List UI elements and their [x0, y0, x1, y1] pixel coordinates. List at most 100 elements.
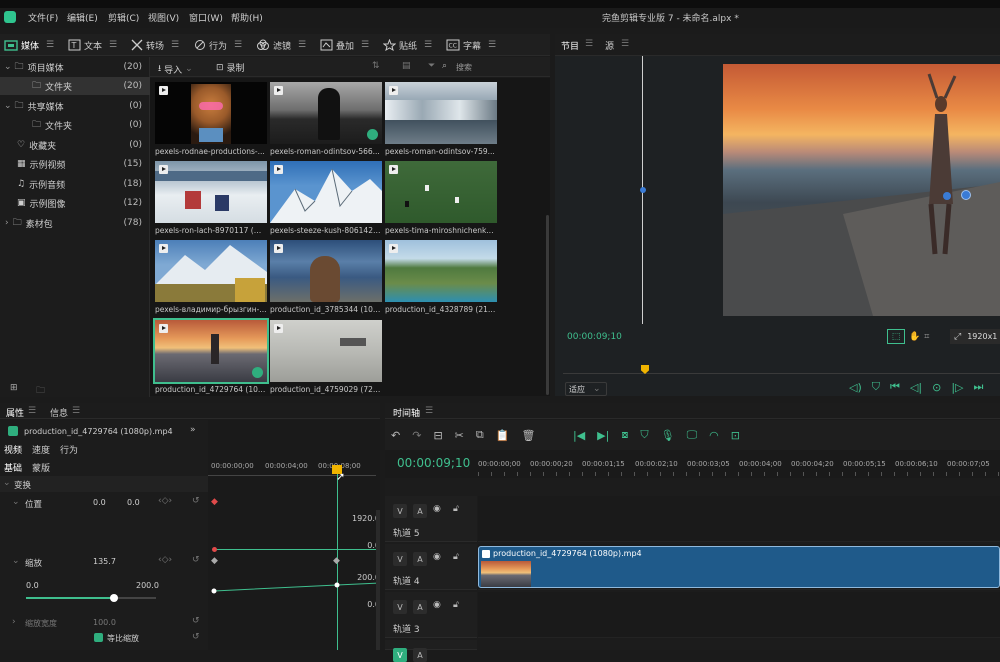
- filter-icon[interactable]: ⏷: [428, 61, 435, 71]
- import-button[interactable]: ⭳ 导入 ⌄: [158, 61, 193, 77]
- scale-input[interactable]: 135.7: [93, 557, 116, 566]
- monitor-icon[interactable]: 🖵: [687, 428, 698, 442]
- menu-icon[interactable]: ☰: [72, 406, 80, 416]
- delete-icon[interactable]: 🗑: [521, 429, 535, 442]
- tree-item-sample-video[interactable]: ▦ 示例视频 (15): [0, 155, 150, 173]
- media-item[interactable]: pexels-roman-odintsov-759...: [385, 82, 497, 156]
- tab-video[interactable]: 视频: [4, 443, 22, 456]
- microphone-icon[interactable]: 🎙: [661, 429, 675, 442]
- copy-icon[interactable]: ⧉: [476, 428, 484, 442]
- section-transform[interactable]: ⌄ 变换: [0, 476, 208, 492]
- proportional-checkbox[interactable]: [94, 633, 103, 642]
- snapshot-icon[interactable]: ⊡: [731, 429, 740, 442]
- menu-clip[interactable]: 剪辑(C): [108, 11, 139, 24]
- reset-icon[interactable]: ↺: [192, 616, 200, 626]
- audio-toggle-button[interactable]: A: [413, 504, 427, 518]
- volume-icon[interactable]: ◁): [849, 381, 862, 394]
- media-item[interactable]: pexels-rodnae-productions-...: [155, 82, 267, 156]
- undo-icon[interactable]: ↶: [391, 429, 400, 442]
- keyframe-icon[interactable]: ◆: [211, 556, 218, 566]
- tree-item-shared-media[interactable]: ⌄ 🗀 共享媒体 (0): [0, 97, 150, 115]
- media-scrollbar[interactable]: [546, 215, 549, 395]
- redo-icon[interactable]: ↷: [412, 429, 421, 442]
- search-input[interactable]: 搜索: [456, 62, 472, 73]
- lock-icon[interactable]: 🔓︎: [453, 552, 459, 562]
- keyframe-icon[interactable]: ◆: [211, 497, 218, 507]
- lock-icon[interactable]: 🔓︎: [453, 600, 459, 610]
- marker-icon[interactable]: ⛉: [640, 428, 648, 442]
- tab-basic[interactable]: 基础: [4, 461, 22, 474]
- media-item[interactable]: pexels-steeze-kush-8061421 ...: [270, 161, 382, 235]
- media-item[interactable]: pexels-владимир-брызгин-...: [155, 240, 267, 314]
- resolution-selector[interactable]: ⤢ 1920x1: [950, 329, 1000, 344]
- tab-properties[interactable]: 属性: [6, 406, 24, 419]
- menu-help[interactable]: 帮助(H): [231, 11, 263, 24]
- reset-icon[interactable]: ↺: [192, 496, 200, 506]
- eye-icon[interactable]: ◉: [433, 504, 441, 514]
- tree-item-packs[interactable]: › 🗀 素材包 (78): [0, 214, 150, 232]
- hand-tool-icon[interactable]: ✋: [909, 332, 920, 342]
- menu-file[interactable]: 文件(F): [28, 11, 58, 24]
- select-tool-icon[interactable]: ⬚: [887, 329, 905, 344]
- tab-media[interactable]: 媒体 ☰: [4, 37, 54, 53]
- curve-point[interactable]: [212, 547, 217, 552]
- position-y-input[interactable]: 0.0: [127, 498, 140, 507]
- media-item[interactable]: production_id_4759029 (720...: [270, 320, 382, 394]
- freeze-frame-icon[interactable]: ⧇: [621, 428, 628, 442]
- tree-item-sample-audio[interactable]: ♫ 示例音频 (18): [0, 175, 150, 193]
- tree-item-shared-folder[interactable]: 🗀 文件夹 (0): [0, 116, 150, 134]
- track-lane-3[interactable]: [478, 592, 1000, 638]
- position-x-input[interactable]: 0.0: [93, 498, 106, 507]
- tree-item-project-media[interactable]: ⌄ 🗀 项目媒体 (20): [0, 58, 150, 76]
- media-item-selected[interactable]: production_id_4729764 (108...: [153, 318, 269, 394]
- scale-slider-track[interactable]: [26, 594, 156, 602]
- tree-item-favorites[interactable]: ♡ 收藏夹 (0): [0, 136, 150, 154]
- menu-view[interactable]: 视图(V): [148, 11, 179, 24]
- speed-icon[interactable]: ◠: [709, 429, 719, 442]
- scissors-icon[interactable]: ✂: [455, 429, 464, 442]
- tab-sticker[interactable]: 贴纸 ☰: [383, 37, 432, 53]
- transform-handle[interactable]: [640, 187, 646, 193]
- menu-icon[interactable]: ☰: [28, 406, 36, 416]
- tab-behavior[interactable]: 行为 ☰: [194, 37, 242, 53]
- split-clip-icon[interactable]: ⊟: [433, 429, 442, 442]
- keyframe-add-icon[interactable]: ‹◇›: [158, 555, 172, 565]
- tab-source[interactable]: 源: [605, 39, 614, 52]
- media-item[interactable]: production_id_3785344 (108...: [270, 240, 382, 314]
- transform-handle[interactable]: [943, 192, 951, 200]
- video-toggle-button[interactable]: V: [393, 504, 407, 518]
- scale-width-input[interactable]: 100.0: [93, 618, 116, 627]
- folder-icon[interactable]: 🗀: [36, 383, 45, 399]
- media-item[interactable]: pexels-ron-lach-8970117 (Or...: [155, 161, 267, 235]
- play-icon[interactable]: ⊙: [932, 381, 941, 394]
- tab-program[interactable]: 节目: [561, 39, 579, 52]
- to-start-icon[interactable]: ⏮: [890, 380, 900, 394]
- next-frame-icon[interactable]: |▷: [951, 381, 963, 394]
- view-icon[interactable]: ▤: [402, 61, 411, 71]
- reset-icon[interactable]: ↺: [192, 632, 200, 642]
- menu-icon[interactable]: ☰: [621, 39, 629, 49]
- audio-toggle-button[interactable]: A: [413, 552, 427, 566]
- tab-filter[interactable]: 滤镜 ☰: [256, 37, 306, 53]
- tab-info[interactable]: 信息: [50, 406, 68, 419]
- ruler-track[interactable]: 00:00:00;00 00:00:00;20 00:00:01;15 00:0…: [478, 450, 1000, 478]
- fit-dropdown[interactable]: 适应 ⌄: [565, 382, 607, 396]
- media-item[interactable]: pexels-roman-odintsov-566...: [270, 82, 382, 156]
- video-toggle-button[interactable]: V: [393, 552, 407, 566]
- audio-toggle-button[interactable]: A: [413, 600, 427, 614]
- trim-start-icon[interactable]: |◀: [573, 429, 585, 442]
- media-item[interactable]: pexels-tima-miroshnichenko...: [385, 161, 497, 235]
- tab-subtitle[interactable]: CC 字幕 ☰: [446, 37, 496, 53]
- lock-icon[interactable]: 🔓︎: [453, 504, 459, 514]
- paste-icon[interactable]: 📋: [496, 429, 510, 442]
- tab-overlay[interactable]: 叠加 ☰: [320, 37, 369, 53]
- sort-icon[interactable]: ⇅: [372, 61, 380, 71]
- prev-frame-icon[interactable]: ◁|: [910, 381, 922, 394]
- tab-behavior-prop[interactable]: 行为: [60, 443, 78, 456]
- reset-icon[interactable]: ↺: [192, 555, 200, 565]
- record-button[interactable]: ⊡ 录制: [216, 61, 245, 75]
- tab-transition[interactable]: 转场 ☰: [131, 37, 179, 53]
- new-folder-icon[interactable]: ⊞: [10, 383, 18, 393]
- scale-slider-handle[interactable]: [110, 594, 119, 602]
- video-toggle-button[interactable]: V: [393, 648, 407, 662]
